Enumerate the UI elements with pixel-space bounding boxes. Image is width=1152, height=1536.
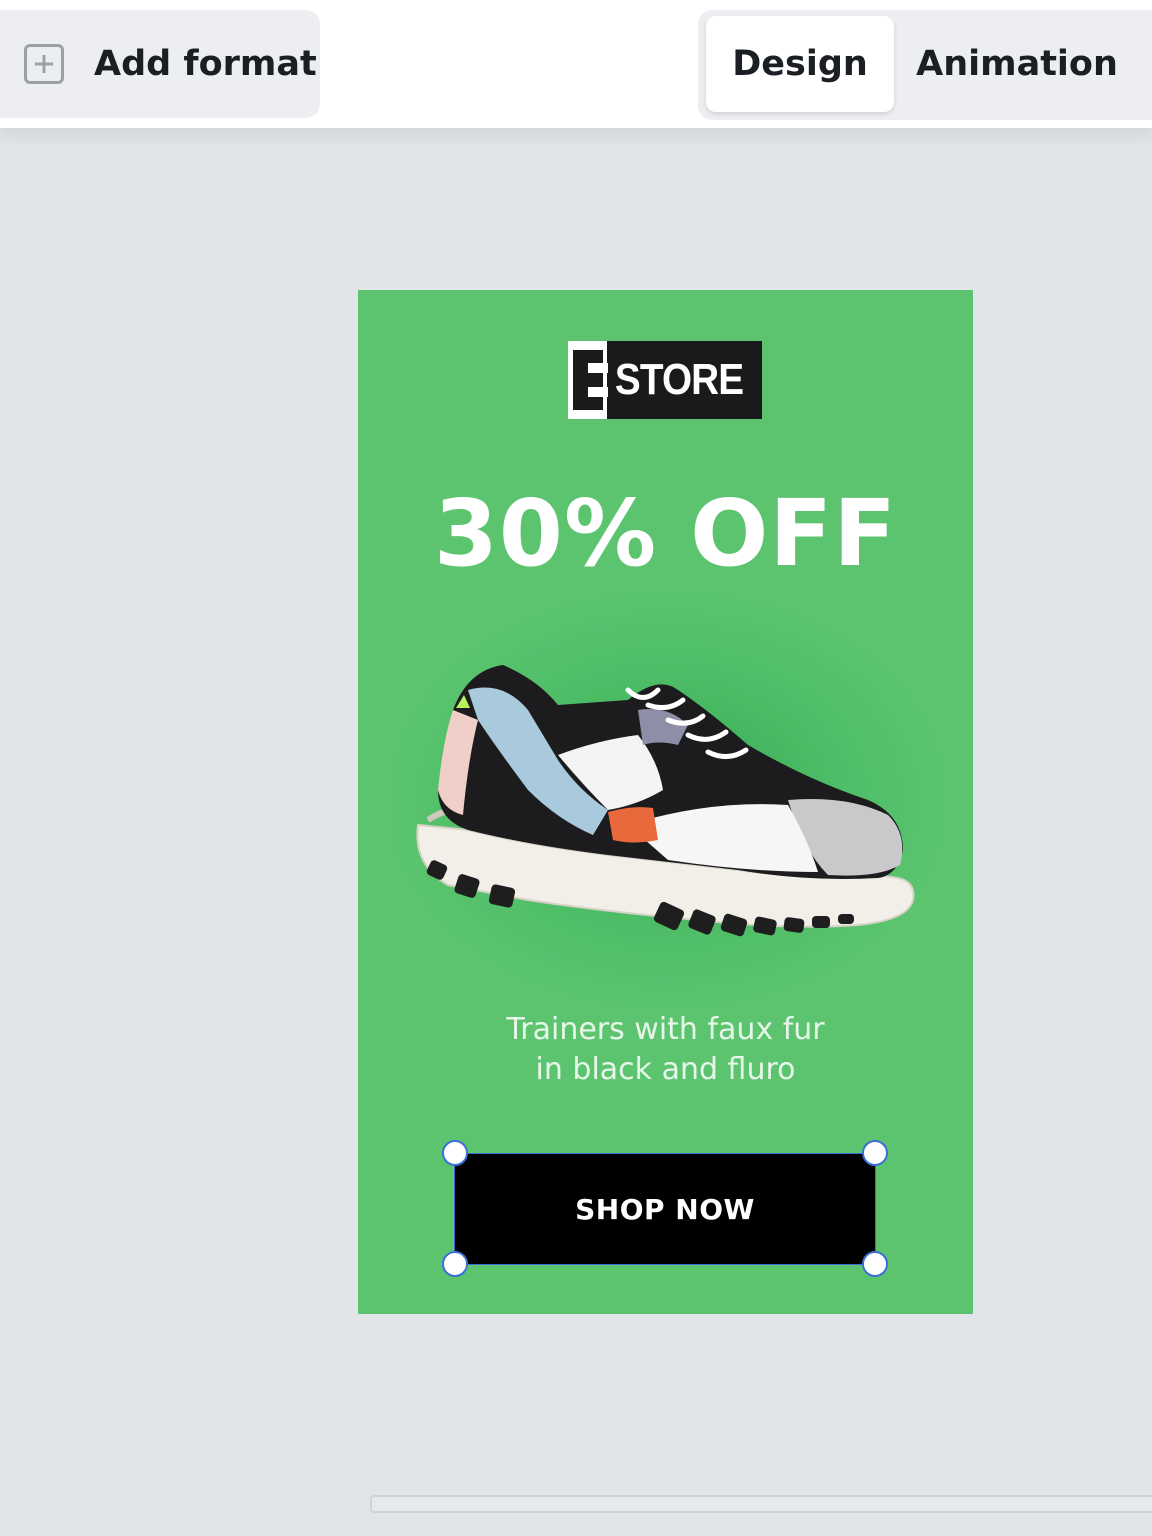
plus-square-icon xyxy=(24,44,64,84)
tab-design[interactable]: Design xyxy=(706,16,894,112)
cta-selection: SHOP NOW xyxy=(454,1153,876,1265)
subtitle-line-1: Trainers with faux fur xyxy=(506,1012,825,1047)
logo-text: STORE xyxy=(615,355,744,404)
product-description[interactable]: Trainers with faux fur in black and flur… xyxy=(358,1010,973,1090)
logo-letter-e: E xyxy=(568,341,609,419)
headline-text[interactable]: 30% OFF xyxy=(358,480,973,587)
shop-now-button[interactable]: SHOP NOW xyxy=(454,1153,876,1265)
store-logo[interactable]: E STORE xyxy=(568,341,762,419)
add-format-label: Add format xyxy=(94,44,317,84)
resize-handle-bottom-left[interactable] xyxy=(442,1251,468,1277)
sneaker-image[interactable] xyxy=(408,650,928,970)
tab-animation[interactable]: Animation xyxy=(912,16,1122,112)
horizontal-scrollbar[interactable] xyxy=(370,1495,1152,1513)
top-toolbar: Add format Design Animation xyxy=(0,0,1152,128)
add-format-button[interactable]: Add format xyxy=(0,10,320,118)
resize-handle-top-right[interactable] xyxy=(862,1140,888,1166)
resize-handle-top-left[interactable] xyxy=(442,1140,468,1166)
mode-tabs: Design Animation xyxy=(698,10,1152,120)
subtitle-line-2: in black and fluro xyxy=(535,1052,796,1087)
resize-handle-bottom-right[interactable] xyxy=(862,1251,888,1277)
